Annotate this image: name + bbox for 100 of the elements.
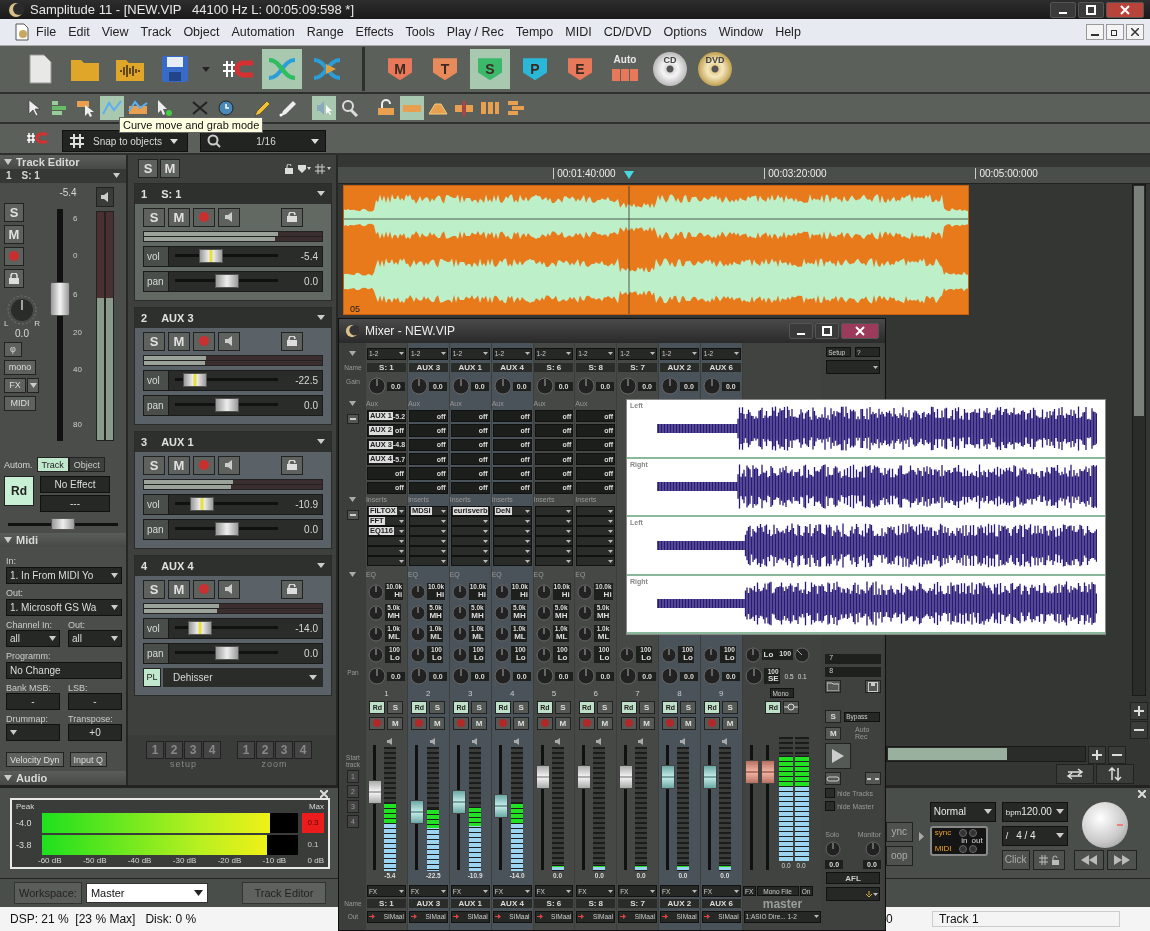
lsb-field[interactable]: -: [68, 693, 122, 711]
channel-number: 5: [551, 688, 557, 698]
sync-button[interactable]: ync: [886, 821, 913, 842]
fx-button[interactable]: FX: [4, 377, 26, 393]
menu-item[interactable]: View: [95, 25, 135, 40]
track-header[interactable]: 4 AUX 4: [135, 555, 331, 576]
solo-button[interactable]: S: [596, 700, 613, 714]
loop-button[interactable]: oop: [886, 845, 913, 866]
audio-clip[interactable]: 05: [343, 184, 969, 315]
effect-field[interactable]: No Effect: [40, 476, 110, 494]
mode-dropdown[interactable]: Normal: [929, 801, 996, 822]
solo-button[interactable]: S: [387, 700, 404, 714]
menu-item[interactable]: Effects: [349, 25, 400, 40]
bank-msb-field[interactable]: -: [6, 693, 60, 711]
read-mode-button[interactable]: Rd: [4, 476, 34, 507]
solo-button[interactable]: S: [143, 579, 165, 599]
menu-item[interactable]: Tempo: [509, 25, 560, 40]
channel-number: 3: [467, 688, 473, 698]
volume-value: -22.5: [294, 374, 319, 386]
solo-button[interactable]: S: [680, 700, 697, 714]
effect-sub-field[interactable]: ---: [40, 495, 110, 513]
mode-button[interactable]: E: [560, 49, 600, 90]
menu-item[interactable]: Track: [134, 25, 178, 40]
midi-button[interactable]: MIDI: [4, 395, 36, 411]
solo-button[interactable]: S: [722, 700, 739, 714]
mute-button[interactable]: M: [680, 716, 697, 730]
menu-item[interactable]: CD/DVD: [597, 25, 658, 40]
mute-button[interactable]: M: [722, 716, 739, 730]
automation-tab[interactable]: Track: [36, 457, 69, 473]
solo-button[interactable]: S: [471, 700, 488, 714]
transpose-field[interactable]: +0: [68, 724, 122, 742]
mute-button[interactable]: M: [471, 716, 488, 730]
solo-button[interactable]: S: [513, 700, 530, 714]
solo-all-button[interactable]: S: [138, 159, 158, 179]
mute-button[interactable]: M: [168, 331, 190, 351]
mute-button[interactable]: M: [168, 579, 190, 599]
midi-option-button[interactable]: Input Q: [69, 752, 108, 768]
track-header[interactable]: 3 AUX 1: [135, 431, 331, 452]
mode-button[interactable]: T: [425, 49, 465, 90]
mute-button[interactable]: M: [387, 716, 404, 730]
menu-item[interactable]: Help: [769, 25, 807, 40]
mode-button[interactable]: M: [380, 49, 420, 90]
solo-button[interactable]: S: [143, 331, 165, 351]
afl-button[interactable]: AFL: [826, 872, 880, 884]
menu-item[interactable]: MIDI: [559, 25, 598, 40]
click-button[interactable]: Click: [1001, 849, 1030, 870]
menu-item[interactable]: Range: [300, 25, 350, 40]
program-field[interactable]: No Change: [6, 662, 122, 680]
solo-button[interactable]: S: [825, 710, 842, 723]
mute-button[interactable]: M: [513, 716, 530, 730]
mute-button[interactable]: M: [4, 224, 24, 244]
mute-button[interactable]: M: [638, 716, 655, 730]
solo-button[interactable]: S: [143, 207, 165, 227]
mute-button[interactable]: M: [168, 207, 190, 227]
menu-item[interactable]: Edit: [62, 25, 96, 40]
solo-button[interactable]: S: [638, 700, 655, 714]
solo-button[interactable]: S: [429, 700, 446, 714]
workspace-dropdown[interactable]: Master: [85, 883, 208, 904]
time-signature-dropdown[interactable]: / 4 / 4: [1001, 825, 1068, 846]
snap-dropdown[interactable]: Snap to objects: [62, 130, 188, 153]
cd-button[interactable]: CD: [653, 52, 687, 87]
channel-out-dropdown[interactable]: all: [68, 630, 122, 648]
mute-button[interactable]: M: [554, 716, 571, 730]
midi-option-button[interactable]: Velocity Dyn: [6, 752, 64, 768]
channel-number: 6: [593, 688, 598, 698]
mute-all-button[interactable]: M: [160, 159, 180, 179]
midi-in-dropdown[interactable]: 1. In From MIDI Yo: [6, 567, 122, 585]
menu-item[interactable]: Automation: [225, 25, 301, 40]
menu-item[interactable]: Window: [712, 25, 770, 40]
plugin-button[interactable]: PL: [143, 667, 161, 687]
menu-item[interactable]: Options: [657, 25, 713, 40]
phase-button[interactable]: φ: [4, 341, 22, 357]
menu-item[interactable]: Object: [177, 25, 226, 40]
menu-item[interactable]: Play / Rec: [440, 25, 510, 40]
field-label: In:: [6, 556, 17, 567]
automation-tab[interactable]: Object: [68, 457, 105, 473]
mute-button[interactable]: M: [825, 726, 842, 740]
channel-in-dropdown[interactable]: all: [6, 630, 60, 648]
solo-button[interactable]: S: [554, 700, 571, 714]
menu-item[interactable]: Tools: [399, 25, 441, 40]
dvd-button[interactable]: DVD: [698, 52, 732, 87]
quantize-dropdown[interactable]: 1/16: [200, 130, 326, 153]
max-label: Max: [308, 802, 324, 812]
mute-button[interactable]: M: [596, 716, 613, 730]
channel-name: AUX 3: [408, 899, 448, 908]
track-header[interactable]: 1 S: 1: [135, 183, 331, 204]
mode-button[interactable]: S: [470, 49, 510, 90]
midi-out-dropdown[interactable]: 1. Microsoft GS Wa: [6, 599, 122, 617]
auto-button[interactable]: Auto: [605, 49, 645, 90]
mute-button[interactable]: M: [168, 455, 190, 475]
solo-button[interactable]: S: [143, 455, 165, 475]
mute-button[interactable]: M: [429, 716, 446, 730]
menu-item[interactable]: File: [30, 25, 63, 40]
pan-value: 0.0: [303, 523, 319, 535]
tempo-dropdown[interactable]: bpm120.00: [1001, 801, 1068, 822]
solo-button[interactable]: S: [4, 202, 24, 222]
track-header[interactable]: 2 AUX 3: [135, 307, 331, 328]
mono-button[interactable]: mono: [4, 359, 36, 375]
mode-button[interactable]: P: [515, 49, 555, 90]
plugin-dropdown[interactable]: Dehisser: [163, 667, 323, 687]
